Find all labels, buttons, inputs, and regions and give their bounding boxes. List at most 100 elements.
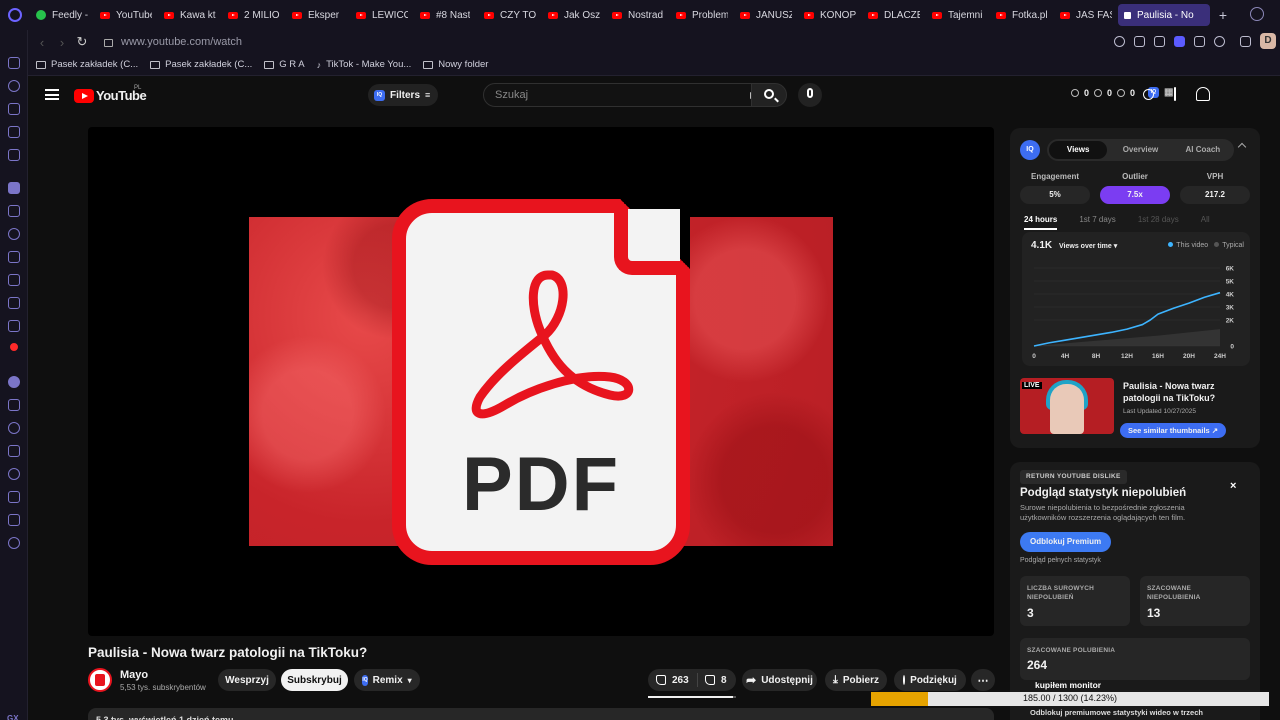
hamburger-menu-icon[interactable]	[45, 89, 59, 100]
notifications-bell-icon[interactable]	[1196, 87, 1210, 101]
tab-17[interactable]: Paulisia - No	[1118, 4, 1210, 26]
sidebar-extensions-icon[interactable]	[8, 514, 20, 526]
sidebar-x-icon[interactable]	[8, 297, 20, 309]
search-button[interactable]	[751, 83, 787, 107]
channel-avatar[interactable]	[88, 668, 112, 692]
tab-4[interactable]: Eksper	[286, 4, 350, 26]
microphone-icon	[807, 88, 813, 98]
tab-7[interactable]: CZY TO	[478, 4, 542, 26]
new-tab-button[interactable]: +	[1214, 7, 1232, 23]
zoom-icon[interactable]	[1114, 35, 1125, 47]
forward-button[interactable]: ›	[52, 35, 72, 50]
sidebar-home-icon[interactable]	[8, 57, 20, 69]
sidebar-music-icon[interactable]	[8, 376, 20, 388]
range-first-7-days[interactable]: 1st 7 days	[1079, 215, 1115, 230]
vpn-shield-icon[interactable]	[1174, 35, 1185, 47]
tab-1[interactable]: YouTube	[94, 4, 158, 26]
vidiq-tab-ai-coach[interactable]: AI Coach	[1174, 141, 1232, 159]
like-ratio-bar	[648, 696, 736, 698]
collapse-chevron-icon[interactable]	[1237, 142, 1247, 152]
vidiq-tab-views[interactable]: Views	[1049, 141, 1108, 159]
tab-13[interactable]: DLACZE	[862, 4, 926, 26]
sidebar-history-icon[interactable]	[8, 468, 20, 480]
opera-gx-logo-icon[interactable]	[0, 0, 30, 30]
like-button[interactable]: 263	[648, 673, 698, 687]
bookmark-3[interactable]: ♪ TikTok - Make You...	[317, 59, 412, 70]
tab-8[interactable]: Jak Osz	[542, 4, 606, 26]
dislike-button[interactable]: 8	[698, 675, 727, 686]
voice-search-button[interactable]	[798, 83, 822, 107]
remix-button[interactable]: IQ Remix ▾	[354, 669, 420, 691]
tab-3[interactable]: 2 MILIO	[222, 4, 286, 26]
sidebar-telegram-icon[interactable]	[8, 251, 20, 263]
snapshot-icon[interactable]	[1154, 35, 1165, 47]
stat-value-vph: 217.2	[1180, 186, 1250, 204]
play-icon[interactable]	[1194, 35, 1205, 47]
tab-16[interactable]: JAŚ FAS	[1054, 4, 1118, 26]
sidebar-downloads-icon[interactable]	[8, 491, 20, 503]
sidebar-instagram-icon[interactable]	[8, 274, 20, 286]
extension-icon[interactable]	[1143, 88, 1154, 100]
close-icon[interactable]: ×	[1230, 480, 1236, 492]
sidebar-gx-corner-icon[interactable]	[8, 103, 20, 115]
video-player[interactable]: PDF	[88, 127, 994, 636]
description-box[interactable]: 5,3 tys. wyświetleń 1 dzień temu	[88, 708, 994, 720]
filters-button[interactable]: IQ Filters ≡	[368, 84, 439, 106]
share-button[interactable]: ➦ Udostępnij	[742, 669, 817, 691]
sidebar-messenger-icon[interactable]	[8, 228, 20, 240]
download-button[interactable]: ⤓ Pobierz	[825, 669, 887, 691]
tab-2[interactable]: Kawa kt	[158, 4, 222, 26]
extensions-puzzle-icon[interactable]	[1240, 35, 1251, 47]
upload-icon[interactable]	[1174, 87, 1176, 101]
reload-button[interactable]: ↻	[72, 34, 92, 50]
tab-search-icon[interactable]	[1250, 7, 1264, 21]
sidebar-aria-icon[interactable]	[8, 182, 20, 194]
bookmark-1[interactable]: Pasek zakładek (C...	[150, 59, 252, 70]
bookmark-4[interactable]: Nowy folder	[423, 59, 488, 70]
sidebar-player-icon[interactable]	[8, 149, 20, 161]
bookmark-0[interactable]: Pasek zakładek (C...	[36, 59, 138, 70]
sidebar-gx-badge[interactable]: GX	[7, 714, 19, 720]
sidebar-heart-icon[interactable]	[8, 422, 20, 434]
tab-15[interactable]: Fotka.pl	[990, 4, 1054, 26]
tab-9[interactable]: Nostrad	[606, 4, 670, 26]
tab-0[interactable]: Feedly -	[30, 4, 94, 26]
youtube-logo[interactable]: YouTube PL	[74, 85, 147, 103]
heart-icon[interactable]	[1214, 35, 1225, 47]
range-all[interactable]: All	[1201, 215, 1210, 230]
see-similar-thumbnails-button[interactable]: See similar thumbnails ↗	[1120, 423, 1227, 438]
sidebar-send-icon[interactable]	[8, 399, 20, 411]
back-button[interactable]: ‹	[32, 35, 52, 50]
vidiq-tab-overview[interactable]: Overview	[1111, 141, 1169, 159]
subscribe-button[interactable]: Subskrybuj	[281, 669, 348, 691]
similar-video-thumbnail[interactable]: LIVE	[1020, 378, 1114, 434]
channel-name[interactable]: Mayo	[120, 669, 148, 681]
sidebar-twitch-icon[interactable]	[8, 205, 20, 217]
pin-icon[interactable]	[1134, 35, 1145, 47]
sidebar-settings-icon[interactable]	[8, 537, 20, 549]
tab-10[interactable]: Problem	[670, 4, 734, 26]
unlock-premium-button[interactable]: Odblokuj Premium	[1020, 532, 1112, 552]
sidebar-gx-control-icon[interactable]	[8, 80, 20, 92]
range-24-hours[interactable]: 24 hours	[1024, 215, 1058, 230]
similar-video-title[interactable]: Paulisia - Nowa twarz patologii na TikTo…	[1123, 380, 1253, 404]
sidebar-ublock-icon[interactable]	[10, 343, 18, 351]
sidebar-discord-icon[interactable]	[8, 320, 20, 332]
bookmark-2[interactable]: G R A	[264, 59, 305, 70]
range-first-28-days[interactable]: 1st 28 days	[1138, 215, 1179, 230]
tab-11[interactable]: JANUSZ	[734, 4, 798, 26]
more-actions-button[interactable]: ⋯	[971, 669, 995, 691]
metric-dropdown[interactable]: Views over time ▾	[1059, 242, 1117, 250]
lock-icon[interactable]	[104, 39, 113, 47]
tab-5[interactable]: LEWICO	[350, 4, 414, 26]
sidebar-tabs-icon[interactable]	[8, 445, 20, 457]
thanks-button[interactable]: Podziękuj	[894, 669, 966, 691]
join-button[interactable]: Wesprzyj	[218, 669, 276, 691]
tab-14[interactable]: Tajemni	[926, 4, 990, 26]
profile-avatar[interactable]: D	[1260, 33, 1276, 49]
tab-6[interactable]: #8 Nast	[414, 4, 478, 26]
url-field[interactable]: www.youtube.com/watch	[121, 36, 242, 48]
tab-12[interactable]: KONOP	[798, 4, 862, 26]
search-input[interactable]	[495, 89, 715, 101]
sidebar-news-icon[interactable]	[8, 126, 20, 138]
